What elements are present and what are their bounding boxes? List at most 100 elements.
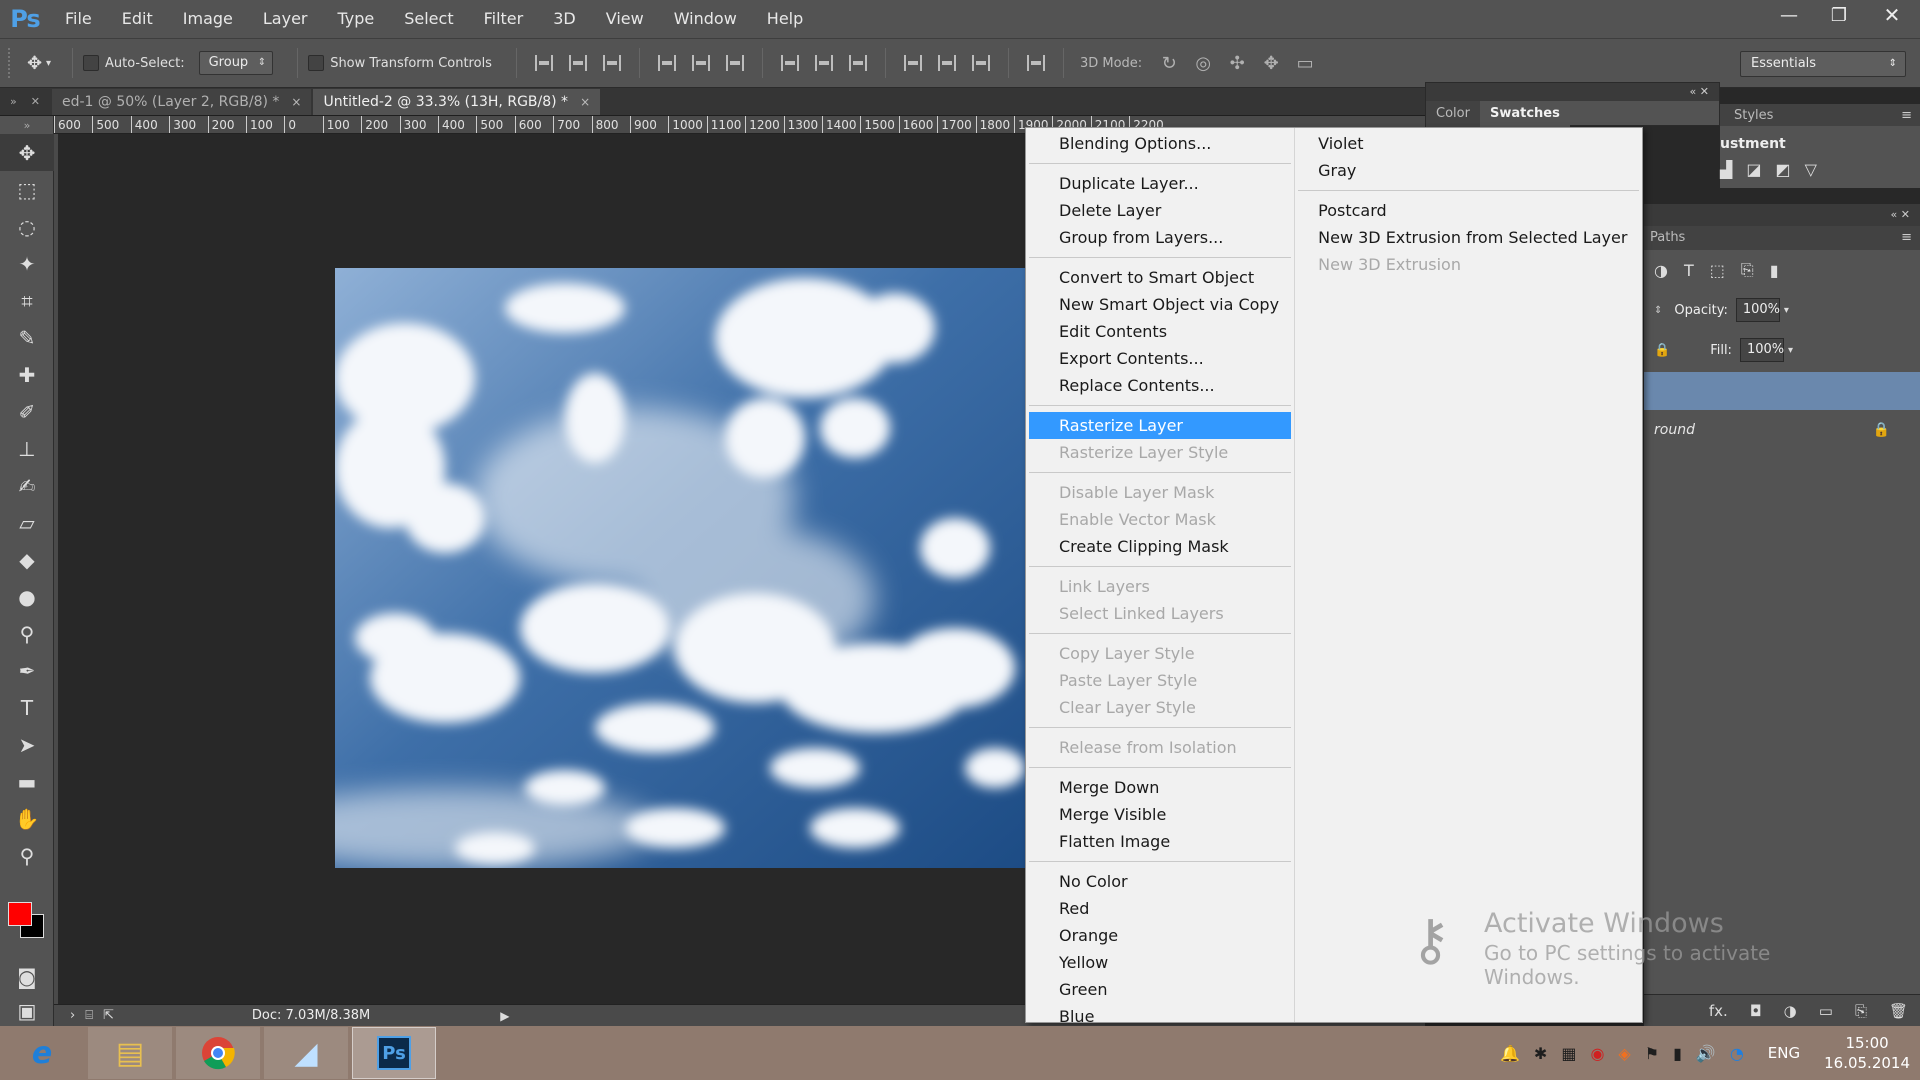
3d-slide-icon[interactable]: ✥ <box>1254 48 1288 78</box>
menu-help[interactable]: Help <box>752 0 818 38</box>
flag-icon[interactable]: ⚑ <box>1645 1044 1659 1063</box>
distribute-left-icon[interactable] <box>896 48 930 78</box>
eyedropper-tool-icon[interactable]: ✎ <box>0 319 54 356</box>
menu-item-flatten-image[interactable]: Flatten Image <box>1029 828 1291 855</box>
menu-type[interactable]: Type <box>322 0 389 38</box>
new-layer-icon[interactable]: ⎘ <box>1855 1002 1867 1020</box>
3d-roll-icon[interactable]: ◎ <box>1186 48 1220 78</box>
close-icon[interactable]: ✕ <box>31 95 40 108</box>
tab-color[interactable]: Color <box>1426 101 1480 127</box>
tab-document-2[interactable]: Untitled-2 @ 33.3% (13H, RGB/8) * × <box>313 89 601 115</box>
brush-tool-icon[interactable]: ✐ <box>0 393 54 430</box>
restore-button[interactable]: ❐ <box>1814 0 1864 30</box>
path-selection-tool-icon[interactable]: ➤ <box>0 726 54 763</box>
align-vcenter-icon[interactable] <box>561 48 595 78</box>
delete-layer-icon[interactable]: 🗑 <box>1889 1002 1908 1020</box>
menu-select[interactable]: Select <box>389 0 468 38</box>
lasso-tool-icon[interactable]: ◌ <box>0 208 54 245</box>
panel-close-icon[interactable]: « ✕ <box>1891 204 1910 226</box>
tab-styles[interactable]: Styles <box>1734 108 1773 123</box>
align-hcenter-icon[interactable] <box>684 48 718 78</box>
tabs-overflow-icon[interactable]: » ✕ <box>0 89 52 115</box>
menu-item-merge-down[interactable]: Merge Down <box>1029 774 1291 801</box>
type-tool-icon[interactable]: T <box>0 689 54 726</box>
tab-close-icon[interactable]: × <box>291 95 301 109</box>
menu-item-orange[interactable]: Orange <box>1029 922 1291 949</box>
menu-edit[interactable]: Edit <box>107 0 168 38</box>
dodge-tool-icon[interactable]: ⚲ <box>0 615 54 652</box>
filter-shape-icon[interactable]: ⬚ <box>1710 261 1725 280</box>
status-view-icon[interactable]: ⌸ <box>85 1008 93 1023</box>
menu-image[interactable]: Image <box>168 0 248 38</box>
opacity-dropdown-icon[interactable]: ▾ <box>1784 305 1789 316</box>
workspace-dropdown[interactable]: Essentials ⇕ <box>1740 51 1906 77</box>
new-adjustment-icon[interactable]: ◑ <box>1784 1002 1797 1020</box>
menu-view[interactable]: View <box>591 0 659 38</box>
3d-drag-icon[interactable]: ✣ <box>1220 48 1254 78</box>
marquee-tool-icon[interactable]: ⬚ <box>0 171 54 208</box>
zoom-tool-icon[interactable]: ⚲ <box>0 837 54 874</box>
move-tool-preset-icon[interactable]: ✥ ▾ <box>16 48 62 78</box>
filter-type-icon[interactable]: T <box>1684 261 1694 280</box>
menu-item-replace-contents[interactable]: Replace Contents... <box>1029 372 1291 399</box>
menu-item-red[interactable]: Red <box>1029 895 1291 922</box>
new-group-icon[interactable]: ▭ <box>1819 1002 1833 1020</box>
lock-icon[interactable]: 🔒 <box>1654 343 1670 358</box>
menu-window[interactable]: Window <box>659 0 752 38</box>
tab-swatches[interactable]: Swatches <box>1479 101 1570 127</box>
exposure-icon[interactable]: ◩ <box>1775 160 1790 179</box>
menu-item-delete-layer[interactable]: Delete Layer <box>1029 197 1291 224</box>
distribute-bottom-icon[interactable] <box>841 48 875 78</box>
crop-tool-icon[interactable]: ⌗ <box>0 282 54 319</box>
tab-document-1[interactable]: ed-1 @ 50% (Layer 2, RGB/8) * × <box>52 89 312 115</box>
auto-align-icon[interactable] <box>1019 48 1053 78</box>
fx-icon[interactable]: fx. <box>1709 1002 1728 1020</box>
menu-item-rasterize-layer[interactable]: Rasterize Layer <box>1029 412 1292 439</box>
language-indicator[interactable]: ENG <box>1768 1044 1800 1062</box>
align-bottom-icon[interactable] <box>595 48 629 78</box>
distribute-hcenter-icon[interactable] <box>930 48 964 78</box>
sky-image-layer[interactable] <box>335 268 1025 868</box>
healing-brush-tool-icon[interactable]: ✚ <box>0 356 54 393</box>
screen-mode-icon[interactable]: ▣ <box>0 992 54 1029</box>
clock[interactable]: 15:00 16.05.2014 <box>1824 1033 1910 1073</box>
blend-mode-arrow-icon[interactable]: ⇕ <box>1654 305 1662 316</box>
distribute-vcenter-icon[interactable] <box>807 48 841 78</box>
align-right-icon[interactable] <box>718 48 752 78</box>
clone-stamp-tool-icon[interactable]: ⊥ <box>0 430 54 467</box>
auto-select-checkbox[interactable] <box>83 55 99 71</box>
gradient-map-icon[interactable]: ▽ <box>1805 160 1817 179</box>
network-app-icon[interactable]: ▦ <box>1561 1044 1576 1063</box>
filter-toggle-icon[interactable]: ▮ <box>1770 261 1779 280</box>
tab-paths[interactable]: Paths <box>1644 226 1685 250</box>
bluetooth-icon[interactable]: ✱ <box>1534 1044 1547 1063</box>
status-menu-arrow-icon[interactable]: ▶ <box>500 1009 509 1023</box>
photoshop-taskbar-icon[interactable]: Ps <box>352 1027 436 1079</box>
selected-layer-row[interactable] <box>1644 372 1920 410</box>
menu-item-new-smart-object-via-copy[interactable]: New Smart Object via Copy <box>1029 291 1291 318</box>
pen-tool-icon[interactable]: ✒ <box>0 652 54 689</box>
menu-item-blending-options[interactable]: Blending Options... <box>1029 130 1291 157</box>
battery-icon[interactable]: ▮ <box>1673 1044 1682 1063</box>
options-grip[interactable] <box>8 48 16 78</box>
minimize-button[interactable]: — <box>1764 0 1814 30</box>
internet-explorer-icon[interactable]: e <box>0 1027 84 1079</box>
auto-select-dropdown[interactable]: Group ⇕ <box>198 51 274 75</box>
fill-dropdown-icon[interactable]: ▾ <box>1788 345 1793 356</box>
panel-menu-icon[interactable]: ≡ <box>1901 226 1912 250</box>
app-icon[interactable]: ◢ <box>264 1027 348 1079</box>
volume-icon[interactable]: 🔊 <box>1696 1044 1716 1063</box>
app-tray-icon[interactable]: ◔ <box>1730 1044 1744 1063</box>
menu-item-no-color[interactable]: No Color <box>1029 868 1291 895</box>
menu-item-edit-contents[interactable]: Edit Contents <box>1029 318 1291 345</box>
filter-adjustment-icon[interactable]: ◑ <box>1654 261 1668 280</box>
menu-item-group-from-layers[interactable]: Group from Layers... <box>1029 224 1291 251</box>
3d-rotate-icon[interactable]: ↻ <box>1152 48 1186 78</box>
filter-smart-object-icon[interactable]: ⎘ <box>1741 260 1754 280</box>
chrome-icon[interactable] <box>176 1027 260 1079</box>
app-tray-icon[interactable]: ◈ <box>1618 1044 1630 1063</box>
notification-icon[interactable]: 🔔 <box>1500 1044 1520 1063</box>
curves-icon[interactable]: ◪ <box>1746 160 1761 179</box>
menu-item-violet[interactable]: Violet <box>1298 130 1639 157</box>
add-mask-icon[interactable]: ◘ <box>1750 1002 1762 1020</box>
